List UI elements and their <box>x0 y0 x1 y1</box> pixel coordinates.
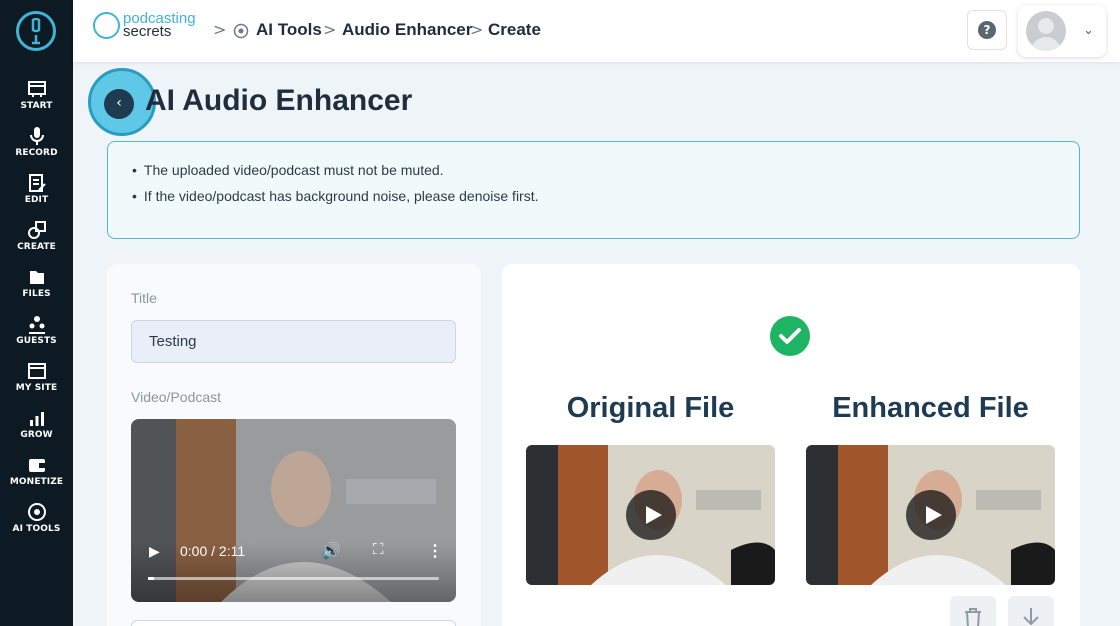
next-field[interactable] <box>131 620 456 626</box>
notice-item: If the video/podcast has background nois… <box>132 188 539 204</box>
start-icon <box>27 81 46 97</box>
app-logo[interactable] <box>16 11 56 51</box>
title-input[interactable]: Testing <box>131 320 456 363</box>
enhanced-video-thumbnail[interactable] <box>806 445 1055 585</box>
sidebar-item-label: MONETIZE <box>9 477 64 487</box>
video-player[interactable]: ▶ 0:00 / 2:11 🔊 ⛶ ⋮ <box>131 419 456 602</box>
video-label: Video/Podcast <box>131 389 222 405</box>
play-icon[interactable]: ▶ <box>149 543 160 560</box>
sidebar-item-label: FILES <box>22 289 51 299</box>
sidebar-item-label: CREATE <box>17 242 56 252</box>
files-icon <box>29 271 44 284</box>
edit-icon <box>28 174 46 192</box>
grow-icon <box>29 412 44 426</box>
sidebar-item-label: AI TOOLS <box>12 524 61 534</box>
sidebar-item-record[interactable]: RECORD <box>0 126 73 158</box>
ai-tools-icon <box>27 503 46 521</box>
chevron-right-icon: > <box>323 20 337 39</box>
notice-list: The uploaded video/podcast must not be m… <box>132 162 539 214</box>
avatar <box>1026 11 1066 51</box>
monetize-icon <box>28 459 45 472</box>
player-time: 0:00 / 2:11 <box>180 543 246 559</box>
sidebar-item-monetize[interactable]: MONETIZE <box>0 455 73 487</box>
notice-box: The uploaded video/podcast must not be m… <box>107 141 1080 239</box>
create-icon <box>27 221 46 239</box>
page-title: AI Audio Enhancer <box>145 84 413 117</box>
sidebar-item-edit[interactable]: EDIT <box>0 173 73 205</box>
form-panel: Title Testing Video/Podcast ▶ 0:00 / 2:1… <box>107 264 481 626</box>
sidebar-item-label: START <box>20 101 53 111</box>
enhanced-file-heading: Enhanced File <box>832 392 1029 424</box>
my-site-icon <box>27 363 46 379</box>
brand-microphone-icon <box>93 12 120 39</box>
brand-line2: secrets <box>123 23 172 40</box>
breadcrumb-audio-enhancer[interactable]: Audio Enhancer <box>342 20 472 40</box>
volume-icon[interactable]: 🔊 <box>321 541 341 561</box>
microphone-icon <box>29 127 44 145</box>
microphone-logo-icon <box>31 18 41 45</box>
notice-item: The uploaded video/podcast must not be m… <box>132 162 539 178</box>
chevron-right-icon: > <box>470 20 484 39</box>
breadcrumb-ai-tools[interactable]: AI Tools <box>256 20 322 40</box>
sidebar-item-label: GUESTS <box>16 336 57 346</box>
guests-icon <box>28 316 45 334</box>
play-button-icon[interactable] <box>906 490 956 540</box>
sidebar-item-guests[interactable]: GUESTS <box>0 314 73 346</box>
result-panel: Original File Enhanced File <box>502 264 1080 626</box>
original-video-thumbnail[interactable] <box>526 445 775 585</box>
sidebar-item-label: MY SITE <box>15 383 58 393</box>
sidebar-item-label: EDIT <box>24 195 49 205</box>
original-file-heading: Original File <box>566 392 735 424</box>
chevron-right-icon: > <box>213 20 227 39</box>
chevron-down-icon: ⌄ <box>1083 23 1094 38</box>
sidebar-item-files[interactable]: FILES <box>0 267 73 299</box>
help-button[interactable]: ? <box>967 10 1007 50</box>
trash-icon <box>965 608 981 626</box>
player-progress-bar[interactable] <box>148 577 439 580</box>
sidebar-item-my-site[interactable]: MY SITE <box>0 361 73 393</box>
sidebar-item-label: GROW <box>20 430 53 440</box>
top-header: podcasting secrets > AI Tools > Audio En… <box>73 0 1120 62</box>
user-menu-button[interactable]: ⌄ <box>1018 5 1106 57</box>
sidebar-item-label: RECORD <box>15 148 58 158</box>
fullscreen-icon[interactable]: ⛶ <box>373 541 384 558</box>
sidebar-item-start[interactable]: START <box>0 79 73 111</box>
chevron-left-icon: ‹ <box>116 95 122 111</box>
sidebar-item-create[interactable]: CREATE <box>0 220 73 252</box>
breadcrumb-create: Create <box>488 20 541 39</box>
back-button[interactable]: ‹ <box>104 89 134 119</box>
title-label: Title <box>131 290 157 306</box>
help-icon: ? <box>978 21 996 39</box>
title-input-value: Testing <box>149 333 197 350</box>
sidebar-item-grow[interactable]: GROW <box>0 408 73 440</box>
sidebar: START RECORD EDIT CREATE FILES GUESTS MY… <box>0 0 73 626</box>
download-icon <box>1023 608 1039 626</box>
sidebar-item-ai-tools[interactable]: AI TOOLS <box>0 502 73 534</box>
success-check-icon <box>770 316 810 356</box>
ai-tools-icon <box>233 23 249 39</box>
download-button[interactable] <box>1008 596 1054 626</box>
delete-button[interactable] <box>950 596 996 626</box>
play-button-icon[interactable] <box>626 490 676 540</box>
more-options-icon[interactable]: ⋮ <box>427 541 443 561</box>
